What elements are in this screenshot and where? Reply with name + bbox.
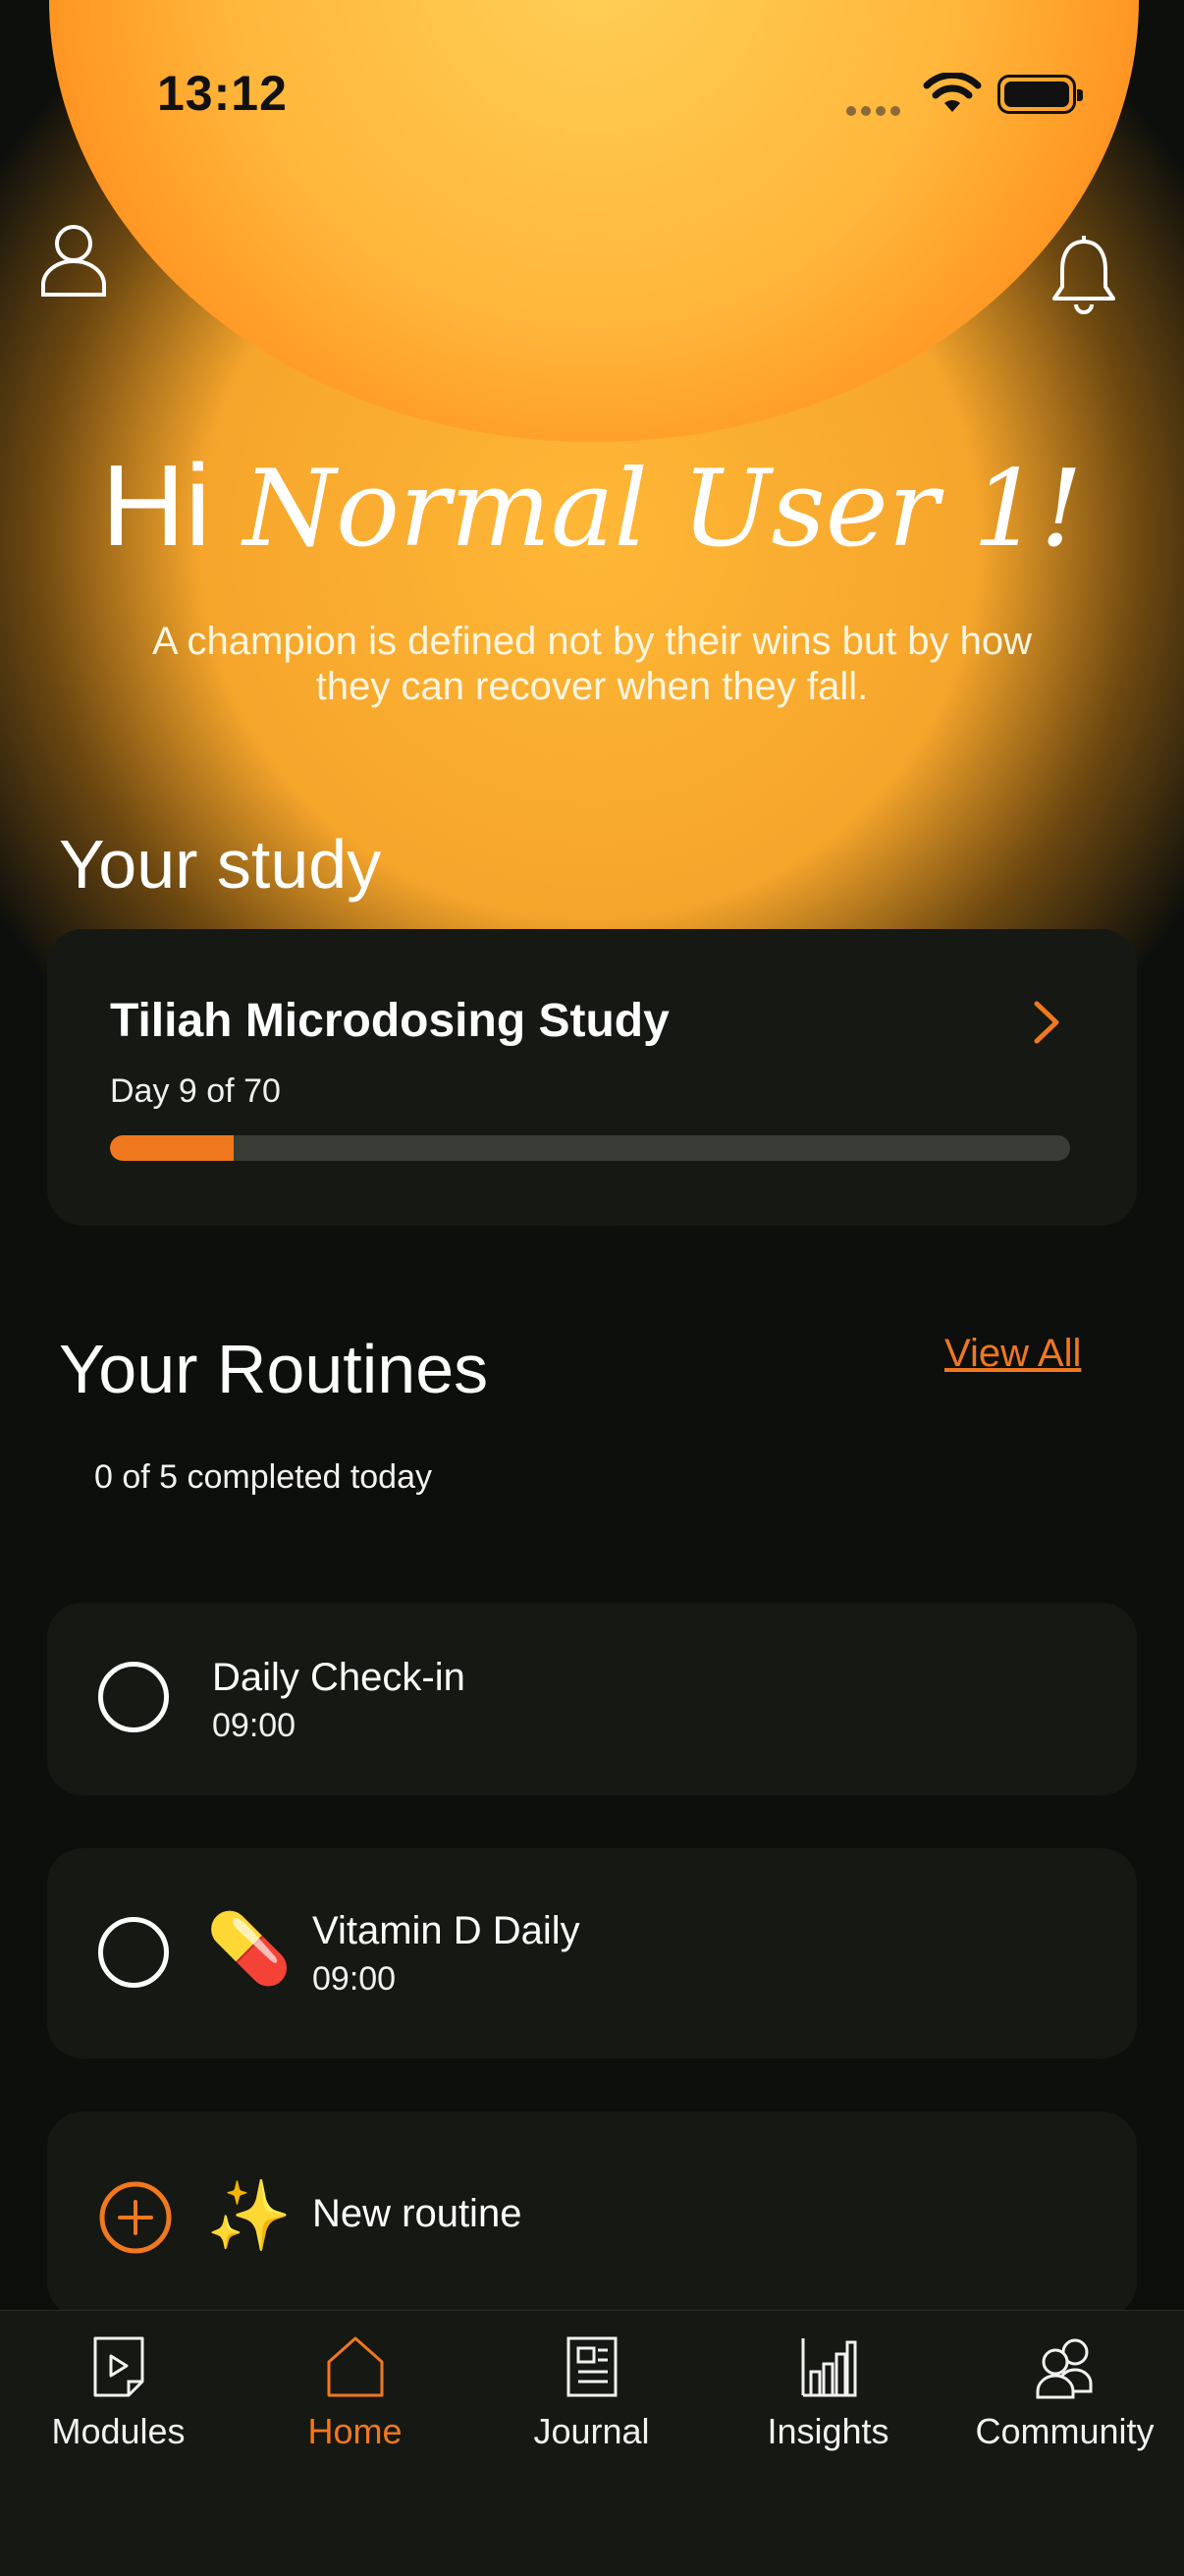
tab-community[interactable]: Community xyxy=(946,2311,1183,2507)
community-icon xyxy=(1036,2338,1092,2399)
tab-label: Journal xyxy=(533,2411,650,2451)
tab-label: Modules xyxy=(51,2411,186,2451)
home-icon xyxy=(327,2336,383,2397)
journal-icon xyxy=(566,2336,617,2397)
insights-icon xyxy=(801,2338,856,2397)
study-progress-bar xyxy=(110,1135,1070,1161)
cellular-signal-icon xyxy=(846,103,905,117)
chevron-right-icon[interactable] xyxy=(1029,998,1064,1047)
motivational-quote: A champion is defined not by their wins … xyxy=(151,620,1033,708)
bottom-tab-bar: Modules Home Journal Insights Community xyxy=(0,2310,1184,2576)
tab-journal[interactable]: Journal xyxy=(473,2311,710,2507)
routine-item-vitamin-d[interactable]: 💊 Vitamin D Daily 09:00 xyxy=(47,1848,1137,2058)
routine-title: Daily Check-in xyxy=(212,1656,465,1699)
tab-label: Community xyxy=(975,2411,1155,2451)
greeting-name: Normal User 1! xyxy=(242,448,1083,571)
study-name: Tiliah Microdosing Study xyxy=(110,995,670,1047)
routine-item-daily-check-in[interactable]: Daily Check-in 09:00 xyxy=(47,1603,1137,1795)
wifi-icon xyxy=(923,73,982,112)
tab-home[interactable]: Home xyxy=(237,2311,473,2507)
greeting-heading: Hi Normal User 1! xyxy=(0,442,1184,574)
study-day-counter: Day 9 of 70 xyxy=(110,1072,281,1110)
modules-icon xyxy=(93,2336,143,2397)
study-progress-fill xyxy=(110,1135,235,1161)
tab-label: Home xyxy=(307,2411,403,2451)
study-card[interactable]: Tiliah Microdosing Study Day 9 of 70 xyxy=(47,929,1137,1226)
view-all-link[interactable]: View All xyxy=(944,1332,1081,1376)
routines-completed-count: 0 of 5 completed today xyxy=(94,1458,433,1496)
routine-time: 09:00 xyxy=(212,1707,296,1744)
new-routine-button[interactable]: ✨ New routine xyxy=(47,2111,1137,2318)
bell-icon[interactable] xyxy=(1049,236,1119,314)
new-routine-label: New routine xyxy=(312,2192,522,2235)
routine-title: Vitamin D Daily xyxy=(312,1909,580,1952)
study-section-title: Your study xyxy=(59,826,382,903)
tab-label: Insights xyxy=(767,2411,889,2451)
status-time: 13:12 xyxy=(157,66,288,121)
routine-checkbox[interactable] xyxy=(98,1917,169,1988)
sparkles-icon: ✨ xyxy=(206,2177,293,2254)
tab-insights[interactable]: Insights xyxy=(710,2311,946,2507)
add-circle-icon[interactable] xyxy=(98,2180,173,2255)
profile-icon[interactable] xyxy=(39,220,108,299)
battery-icon xyxy=(997,75,1083,114)
routines-section-title: Your Routines xyxy=(59,1331,489,1407)
routine-time: 09:00 xyxy=(312,1960,397,1998)
routine-checkbox[interactable] xyxy=(98,1662,169,1732)
greeting-prefix: Hi xyxy=(101,441,211,571)
pill-icon: 💊 xyxy=(206,1910,293,1987)
tab-modules[interactable]: Modules xyxy=(0,2311,237,2507)
